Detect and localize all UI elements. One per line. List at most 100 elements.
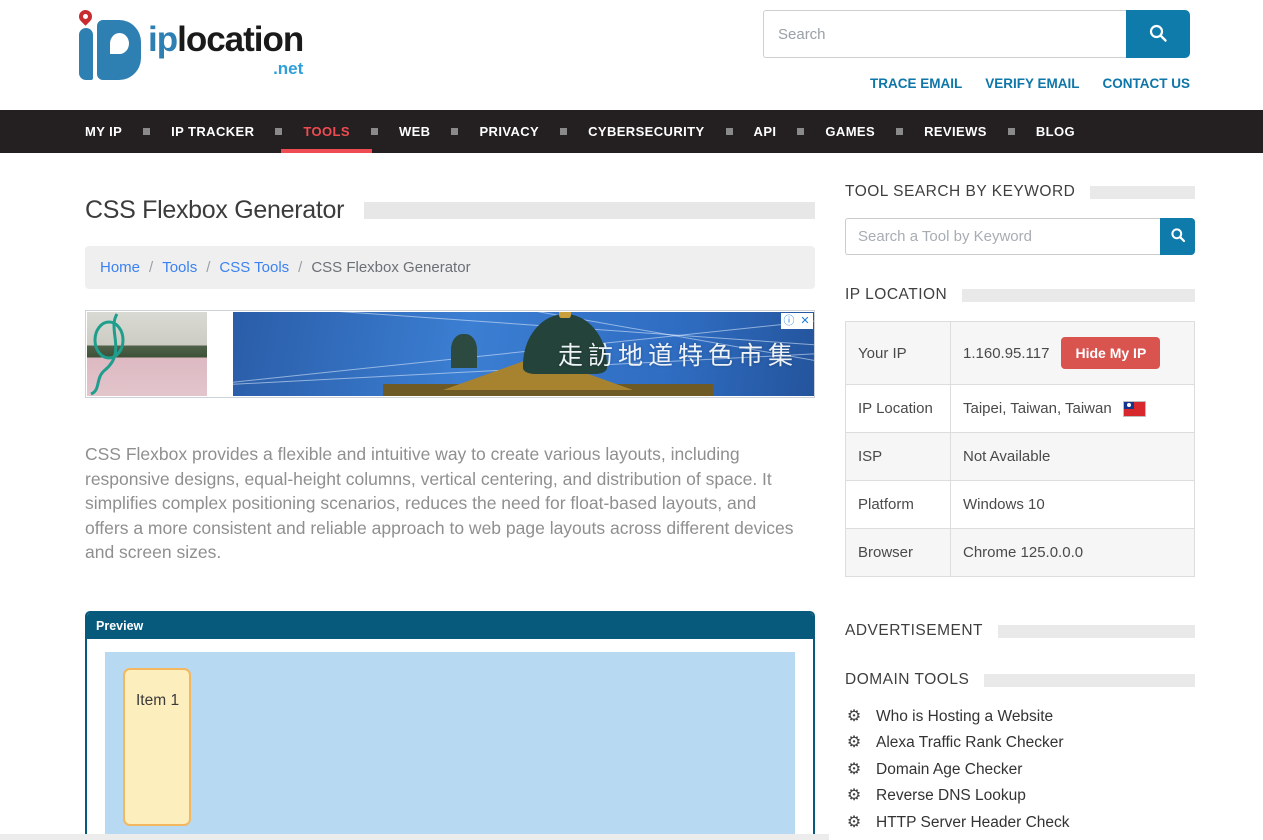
nav-item-ip-tracker[interactable]: IP TRACKER [157, 110, 268, 153]
browser-value: Chrome 125.0.0.0 [951, 529, 1195, 577]
verify-email-link[interactable]: VERIFY EMAIL [985, 76, 1079, 91]
row-label: IP Location [846, 385, 951, 433]
your-ip-value: 1.160.95.117 [963, 345, 1049, 362]
title-decoration-bar [364, 202, 815, 219]
search-icon [1148, 23, 1168, 46]
domain-tools-list: ⚙ Who is Hosting a Website ⚙ Alexa Traff… [845, 706, 1195, 840]
logo-text-ip: ip [148, 20, 177, 59]
heading-decoration-bar [984, 674, 1195, 687]
tool-search-button[interactable] [1160, 218, 1195, 255]
tool-search-input[interactable] [845, 218, 1160, 255]
table-row: Browser Chrome 125.0.0.0 [846, 529, 1195, 577]
search-icon [1170, 227, 1186, 246]
nav-separator [451, 128, 458, 135]
sidebar: TOOL SEARCH BY KEYWORD IP LOCATION Your … [845, 153, 1195, 840]
header-search-input[interactable] [763, 10, 1126, 58]
nav-separator [371, 128, 378, 135]
nav-item-blog[interactable]: BLOG [1022, 110, 1089, 153]
location-pin-icon [76, 7, 94, 25]
ip-location-heading: IP LOCATION [845, 286, 947, 304]
ip-location-value: Taipei, Taiwan, Taiwan [963, 400, 1112, 417]
row-label: Platform [846, 481, 951, 529]
header-links: TRACE EMAIL VERIFY EMAIL CONTACT US [763, 76, 1190, 91]
nav-separator [726, 128, 733, 135]
table-row: Your IP 1.160.95.117 Hide My IP [846, 322, 1195, 385]
domain-tool-http-header[interactable]: ⚙ HTTP Server Header Check [845, 812, 1195, 833]
domain-tool-domain-age[interactable]: ⚙ Domain Age Checker [845, 759, 1195, 780]
nav-item-games[interactable]: GAMES [811, 110, 889, 153]
nav-item-tools[interactable]: TOOLS [289, 110, 364, 153]
advertisement-heading: ADVERTISEMENT [845, 622, 983, 640]
footer-edge [0, 834, 829, 840]
page: iplocation .net TRACE EMAIL VERIFY EMAIL… [0, 0, 1263, 840]
logo-ip-mark-icon [78, 10, 142, 82]
gear-icon: ⚙ [845, 735, 863, 751]
contact-us-link[interactable]: CONTACT US [1103, 76, 1191, 91]
table-row: IP Location Taipei, Taiwan, Taiwan [846, 385, 1195, 433]
nav-separator [1008, 128, 1015, 135]
breadcrumb: Home / Tools / CSS Tools / CSS Flexbox G… [85, 246, 815, 289]
nav-item-web[interactable]: WEB [385, 110, 445, 153]
trace-email-link[interactable]: TRACE EMAIL [870, 76, 962, 91]
heading-decoration-bar [1090, 186, 1195, 199]
heading-decoration-bar [962, 289, 1195, 302]
row-label: ISP [846, 433, 951, 481]
flexbox-preview-container: Item 1 [105, 652, 795, 840]
tool-search-heading: TOOL SEARCH BY KEYWORD [845, 183, 1075, 201]
site-logo[interactable]: iplocation .net [78, 8, 318, 88]
ad-banner[interactable]: 走訪地道特色市集 ⓘ ✕ [85, 310, 815, 398]
preview-panel-header: Preview [87, 613, 813, 639]
nav-separator [560, 128, 567, 135]
gear-icon: ⚙ [845, 762, 863, 778]
table-row: Platform Windows 10 [846, 481, 1195, 529]
header-search [763, 10, 1190, 58]
gear-icon: ⚙ [845, 709, 863, 725]
adchoices-info-icon[interactable]: ⓘ [781, 313, 797, 329]
logo-text-net: .net [273, 60, 303, 77]
nav-item-cybersecurity[interactable]: CYBERSECURITY [574, 110, 718, 153]
heading-decoration-bar [998, 625, 1195, 638]
nav-item-my-ip[interactable]: MY IP [71, 110, 136, 153]
platform-value: Windows 10 [951, 481, 1195, 529]
nav-separator [275, 128, 282, 135]
nav-item-api[interactable]: API [740, 110, 791, 153]
header-search-button[interactable] [1126, 10, 1190, 58]
row-value: 1.160.95.117 Hide My IP [951, 322, 1195, 385]
gear-icon: ⚙ [845, 788, 863, 804]
tool-search [845, 218, 1195, 255]
logo-wordmark: iplocation .net [148, 22, 303, 57]
nav-separator [797, 128, 804, 135]
isp-value: Not Available [951, 433, 1195, 481]
ad-left-image [87, 312, 207, 396]
breadcrumb-home[interactable]: Home [100, 259, 140, 276]
ip-location-table: Your IP 1.160.95.117 Hide My IP IP Locat… [845, 321, 1195, 577]
site-header: iplocation .net TRACE EMAIL VERIFY EMAIL… [0, 0, 1263, 110]
nav-item-privacy[interactable]: PRIVACY [465, 110, 553, 153]
nav-separator [143, 128, 150, 135]
breadcrumb-current: CSS Flexbox Generator [311, 259, 470, 276]
domain-tool-whois-hosting[interactable]: ⚙ Who is Hosting a Website [845, 706, 1195, 727]
page-title: CSS Flexbox Generator [85, 196, 344, 225]
ad-main-image: 走訪地道特色市集 ⓘ ✕ [233, 312, 814, 396]
hide-my-ip-button[interactable]: Hide My IP [1061, 337, 1160, 369]
logo-text-location: location [177, 20, 303, 59]
nav-item-reviews[interactable]: REVIEWS [910, 110, 1001, 153]
ad-close-icon[interactable]: ✕ [797, 313, 813, 329]
breadcrumb-tools[interactable]: Tools [162, 259, 197, 276]
row-value: Taipei, Taiwan, Taiwan [951, 385, 1195, 433]
preview-panel: Preview Item 1 [85, 611, 815, 840]
tool-description: CSS Flexbox provides a flexible and intu… [85, 442, 803, 565]
gear-icon: ⚙ [845, 815, 863, 831]
nav-separator [896, 128, 903, 135]
ad-overlay-text: 走訪地道特色市集 [558, 336, 798, 372]
row-label: Browser [846, 529, 951, 577]
row-label: Your IP [846, 322, 951, 385]
domain-tool-alexa-rank[interactable]: ⚙ Alexa Traffic Rank Checker [845, 733, 1195, 754]
main-nav: MY IP IP TRACKER TOOLS WEB PRIVACY CYBER… [0, 110, 1263, 153]
table-row: ISP Not Available [846, 433, 1195, 481]
domain-tools-heading: DOMAIN TOOLS [845, 671, 969, 689]
taiwan-flag-icon [1124, 402, 1145, 416]
flexbox-preview-item-1: Item 1 [123, 668, 191, 826]
breadcrumb-css-tools[interactable]: CSS Tools [219, 259, 289, 276]
domain-tool-reverse-dns[interactable]: ⚙ Reverse DNS Lookup [845, 786, 1195, 807]
